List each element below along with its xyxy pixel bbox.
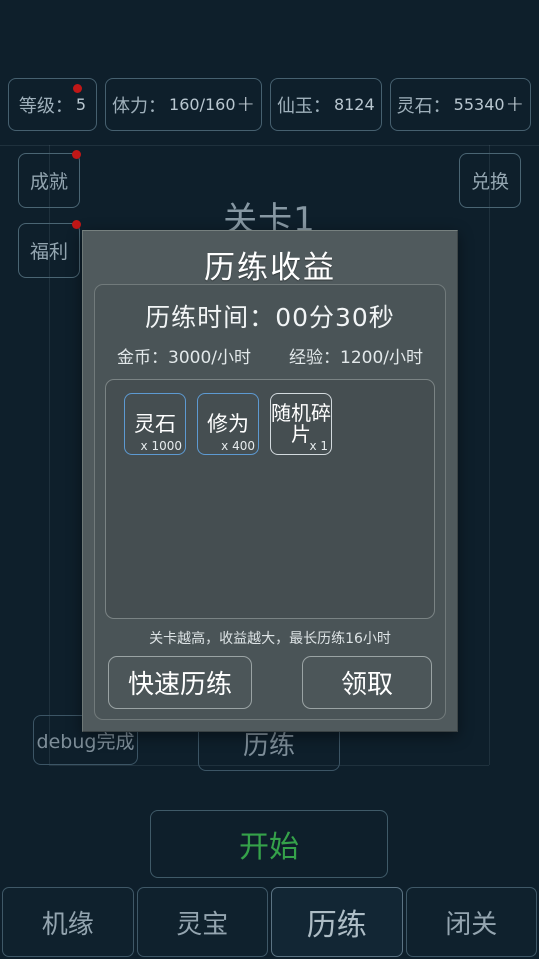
dialog-hint: 关卡越高，收益越大，最长历练16小时 [149, 631, 391, 647]
stat-level-label: 等级： [18, 95, 73, 117]
reward-name: 灵石 [134, 412, 176, 436]
stat-bar: 等级： 5 体力： 160/160 + 仙玉： 8124 灵石： 55340 + [8, 78, 531, 131]
exp-rate: 经验：1200/小时 [289, 343, 423, 368]
quick-training-label: 快速历练 [127, 670, 232, 700]
stat-stamina-label: 体力： [112, 95, 167, 117]
reward-quantity: x 1 [309, 439, 328, 453]
gold-rate-label: 金币： [117, 348, 168, 368]
plus-icon[interactable]: + [237, 93, 255, 116]
dialog-actions: 快速历练 领取 [105, 656, 435, 709]
training-time-label: 历练时间： [145, 303, 276, 332]
reward-item-cultivation[interactable]: 修为 x 400 [197, 393, 259, 455]
start-label: 开始 [239, 830, 299, 865]
claim-label: 领取 [340, 670, 393, 700]
training-time-value: 00分30秒 [275, 303, 395, 332]
welfare-label: 福利 [29, 241, 68, 263]
nav-item-seclusion[interactable]: 闭关 [405, 887, 537, 957]
exp-rate-label: 经验： [289, 348, 340, 368]
reward-item-random-fragment[interactable]: 随机碎片 x 1 [270, 393, 332, 455]
stat-spiritstone-value: 55340 [453, 95, 505, 114]
notification-dot-icon [72, 150, 81, 159]
training-reward-dialog: 历练收益 历练时间：00分30秒 金币：3000/小时 经验：1200/小时 灵… [82, 230, 458, 732]
guide-line-horizontal [0, 145, 539, 146]
bottom-navigation: 机缘 灵宝 历练 闭关 [0, 887, 539, 959]
claim-button[interactable]: 领取 [302, 656, 432, 709]
notification-dot-icon [73, 84, 83, 93]
stat-spiritstone[interactable]: 灵石： 55340 + [389, 78, 531, 131]
exchange-label: 兑换 [470, 171, 509, 193]
stat-jade[interactable]: 仙玉： 8124 [269, 78, 382, 131]
training-time-row: 历练时间：00分30秒 [105, 298, 435, 334]
gold-rate: 金币：3000/小时 [117, 343, 251, 368]
nav-label: 机缘 [41, 909, 94, 940]
nav-item-training[interactable]: 历练 [271, 887, 403, 957]
stat-spiritstone-label: 灵石： [396, 95, 451, 117]
plus-icon[interactable]: + [506, 93, 524, 116]
nav-item-treasure[interactable]: 灵宝 [136, 887, 268, 957]
nav-label: 灵宝 [176, 909, 229, 940]
reward-quantity: x 1000 [140, 439, 182, 453]
nav-item-opportunity[interactable]: 机缘 [2, 887, 134, 957]
dialog-body: 历练时间：00分30秒 金币：3000/小时 经验：1200/小时 灵石 x 1… [94, 284, 446, 720]
stat-jade-value: 8124 [333, 95, 375, 114]
reward-quantity: x 400 [221, 439, 255, 453]
achievement-label: 成就 [29, 171, 68, 193]
nav-label: 闭关 [445, 909, 498, 940]
rate-row: 金币：3000/小时 经验：1200/小时 [105, 343, 435, 368]
reward-name: 修为 [207, 412, 249, 436]
reward-item-spiritstone[interactable]: 灵石 x 1000 [124, 393, 186, 455]
gold-rate-value: 3000/小时 [168, 348, 251, 368]
stat-jade-label: 仙玉： [276, 95, 331, 117]
exp-rate-value: 1200/小时 [340, 348, 423, 368]
reward-panel: 灵石 x 1000 修为 x 400 随机碎片 x 1 [105, 379, 435, 619]
stat-stamina-value: 160/160 [169, 95, 236, 114]
stat-stamina[interactable]: 体力： 160/160 + [105, 78, 262, 131]
dialog-title: 历练收益 [204, 250, 336, 286]
start-button[interactable]: 开始 [150, 810, 388, 878]
stat-level-value: 5 [75, 95, 87, 114]
nav-label: 历练 [306, 908, 367, 943]
stat-level[interactable]: 等级： 5 [8, 78, 98, 131]
quick-training-button[interactable]: 快速历练 [108, 656, 252, 709]
